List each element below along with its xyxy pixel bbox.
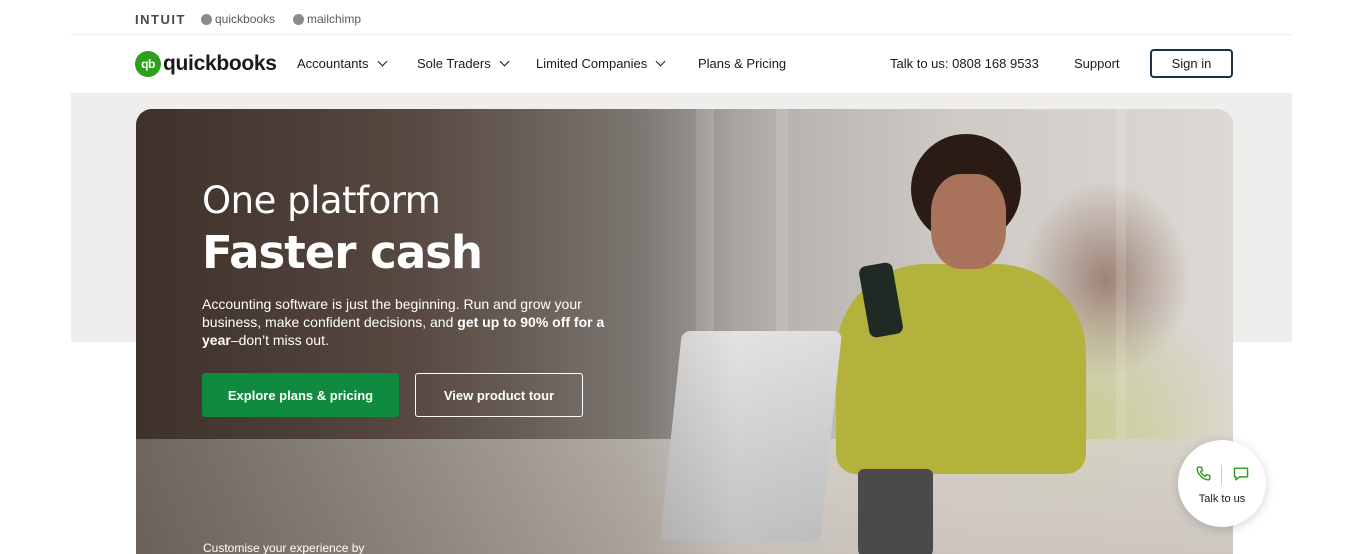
quickbooks-small-icon	[201, 13, 212, 25]
mug-image	[858, 469, 933, 554]
person-face	[931, 174, 1006, 269]
phone-link[interactable]: Talk to us: 0808 168 9533	[890, 56, 1039, 71]
hero-lead: Accounting software is just the beginnin…	[202, 295, 632, 349]
widget-divider	[1221, 465, 1222, 485]
sign-in-button[interactable]: Sign in	[1150, 49, 1233, 78]
nav-plans-pricing[interactable]: Plans & Pricing	[698, 56, 786, 71]
chevron-down-icon	[499, 56, 510, 67]
main-nav: qb quickbooks Accountants Sole Traders L…	[71, 36, 1292, 92]
talk-to-us-label: Talk to us	[1198, 493, 1246, 505]
nav-sole-traders[interactable]: Sole Traders	[417, 56, 510, 71]
logo-wordmark: quickbooks	[163, 52, 277, 75]
intuit-brand[interactable]: INTUIT	[135, 12, 186, 27]
chevron-down-icon	[377, 56, 387, 67]
explore-plans-button[interactable]: Explore plans & pricing	[202, 373, 399, 417]
nav-plans-pricing-label: Plans & Pricing	[698, 56, 787, 71]
quickbooks-logo[interactable]: qb quickbooks	[135, 51, 277, 77]
mailchimp-brand-link[interactable]: mailchimp	[293, 12, 361, 26]
nav-limited-companies-label: Limited Companies	[536, 56, 648, 71]
hero-heading-line2: Faster cash	[202, 226, 483, 279]
talk-to-us-widget[interactable]: Talk to us	[1178, 440, 1266, 527]
view-product-tour-button[interactable]: View product tour	[415, 373, 583, 417]
nav-sole-traders-label: Sole Traders	[417, 56, 491, 71]
chevron-down-icon	[655, 56, 666, 67]
phone-icon[interactable]	[1195, 465, 1212, 482]
hero-lead-tail: –don’t miss out.	[230, 332, 329, 348]
quickbooks-brand-label: quickbooks	[215, 12, 276, 26]
nav-accountants[interactable]: Accountants	[297, 56, 387, 71]
nav-limited-companies[interactable]: Limited Companies	[536, 56, 666, 71]
nav-accountants-label: Accountants	[297, 56, 369, 71]
hero-person-image	[836, 134, 1086, 474]
chat-icon[interactable]	[1232, 466, 1250, 482]
customise-text: Customise your experience by	[203, 541, 365, 554]
qb-logo-icon: qb	[135, 51, 161, 77]
quickbooks-brand-link[interactable]: quickbooks	[201, 12, 275, 26]
brand-bar: INTUIT quickbooks mailchimp	[71, 0, 1292, 35]
hero-banner: One platform Faster cash Accounting soft…	[136, 109, 1233, 554]
support-link[interactable]: Support	[1074, 56, 1120, 71]
mailchimp-small-icon	[293, 13, 304, 25]
mailchimp-brand-label: mailchimp	[307, 12, 362, 26]
shelf-decoration	[1116, 109, 1126, 439]
hero-heading-line1: One platform	[202, 179, 441, 222]
